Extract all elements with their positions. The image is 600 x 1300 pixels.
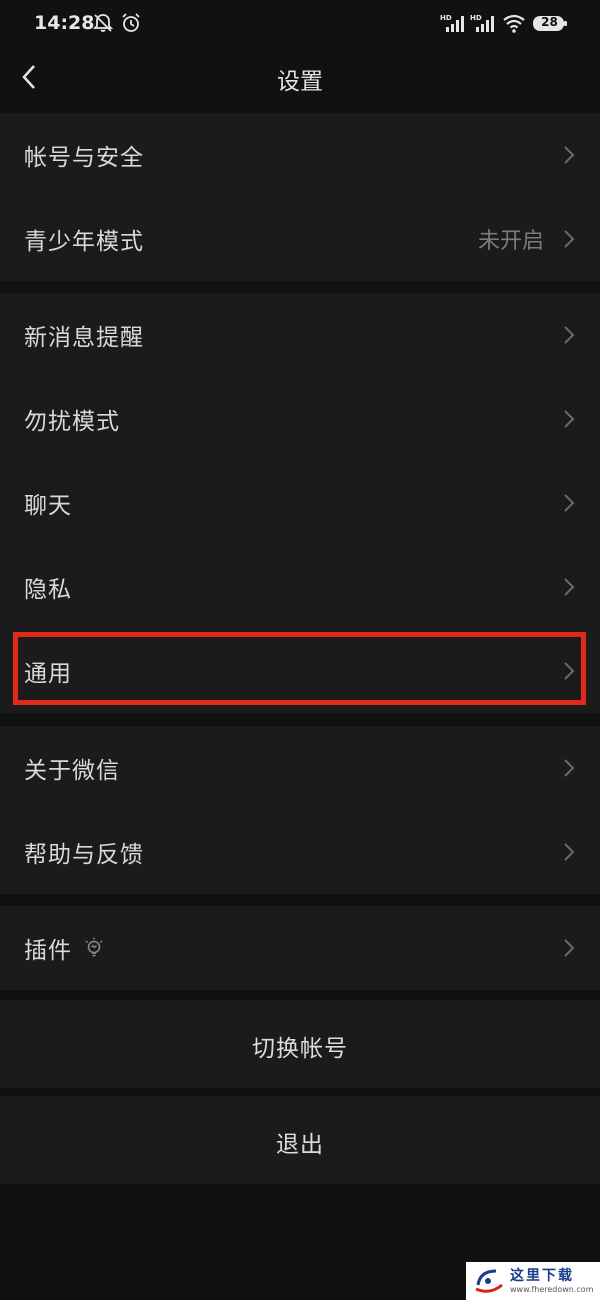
svg-text:HD: HD xyxy=(470,14,482,22)
switch-account-label: 切换帐号 xyxy=(252,1036,348,1062)
settings-group-account: 帐号与安全 青少年模式 未开启 xyxy=(0,113,600,281)
watermark-logo-icon xyxy=(475,1269,503,1293)
item-label: 隐私 xyxy=(24,577,72,603)
logout-label: 退出 xyxy=(276,1132,324,1158)
settings-item-do-not-disturb[interactable]: 勿扰模式 xyxy=(0,377,600,461)
chevron-right-icon xyxy=(564,494,575,512)
settings-item-privacy[interactable]: 隐私 xyxy=(0,545,600,629)
chevron-right-icon xyxy=(564,662,575,680)
lightbulb-icon xyxy=(85,937,103,957)
item-value: 未开启 xyxy=(477,229,544,254)
item-label: 聊天 xyxy=(24,493,72,519)
logout-button[interactable]: 退出 xyxy=(0,1096,600,1184)
item-label: 帮助与反馈 xyxy=(24,842,144,868)
chevron-right-icon xyxy=(564,146,575,164)
status-time: 14:28 xyxy=(34,12,95,34)
item-label: 勿扰模式 xyxy=(24,409,120,435)
bell-off-icon xyxy=(92,14,114,32)
settings-item-general[interactable]: 通用 xyxy=(0,629,600,713)
chevron-right-icon xyxy=(564,410,575,428)
item-label: 帐号与安全 xyxy=(24,145,144,171)
chevron-right-icon xyxy=(564,230,575,248)
item-label: 关于微信 xyxy=(24,758,120,784)
nav-bar: 设置 xyxy=(0,48,600,108)
alarm-icon xyxy=(122,13,140,32)
chevron-right-icon xyxy=(564,578,575,596)
item-label: 新消息提醒 xyxy=(24,325,144,351)
chevron-right-icon xyxy=(564,326,575,344)
switch-account-button[interactable]: 切换帐号 xyxy=(0,1000,600,1088)
item-label: 青少年模式 xyxy=(24,229,144,255)
wifi-icon xyxy=(503,14,525,33)
chevron-right-icon xyxy=(564,939,575,957)
settings-group-plugins: 插件 xyxy=(0,906,600,990)
status-bar: 14:28 HD HD 28 xyxy=(0,0,600,48)
hd-signal-icon: HD xyxy=(440,14,464,32)
settings-item-help-feedback[interactable]: 帮助与反馈 xyxy=(0,810,600,894)
settings-item-teen-mode[interactable]: 青少年模式 未开启 xyxy=(0,197,600,281)
hd-signal-icon: HD xyxy=(470,14,494,32)
watermark: 这里下载 www.fheredown.com xyxy=(466,1262,600,1300)
chevron-right-icon xyxy=(564,843,575,861)
page-title: 设置 xyxy=(277,69,323,95)
svg-text:HD: HD xyxy=(440,14,452,22)
watermark-url: www.fheredown.com xyxy=(510,1285,594,1294)
item-label: 通用 xyxy=(24,661,72,687)
watermark-text: 这里下载 xyxy=(510,1268,574,1284)
chevron-right-icon xyxy=(564,759,575,777)
settings-item-plugins[interactable]: 插件 xyxy=(0,906,600,990)
settings-group-general: 新消息提醒 勿扰模式 聊天 隐私 通用 xyxy=(0,293,600,713)
settings-item-account-security[interactable]: 帐号与安全 xyxy=(0,113,600,197)
settings-item-about-wechat[interactable]: 关于微信 xyxy=(0,726,600,810)
settings-item-chat[interactable]: 聊天 xyxy=(0,461,600,545)
settings-group-about: 关于微信 帮助与反馈 xyxy=(0,726,600,894)
settings-item-notifications[interactable]: 新消息提醒 xyxy=(0,293,600,377)
battery-level: 28 xyxy=(541,15,558,29)
item-label: 插件 xyxy=(24,938,72,964)
